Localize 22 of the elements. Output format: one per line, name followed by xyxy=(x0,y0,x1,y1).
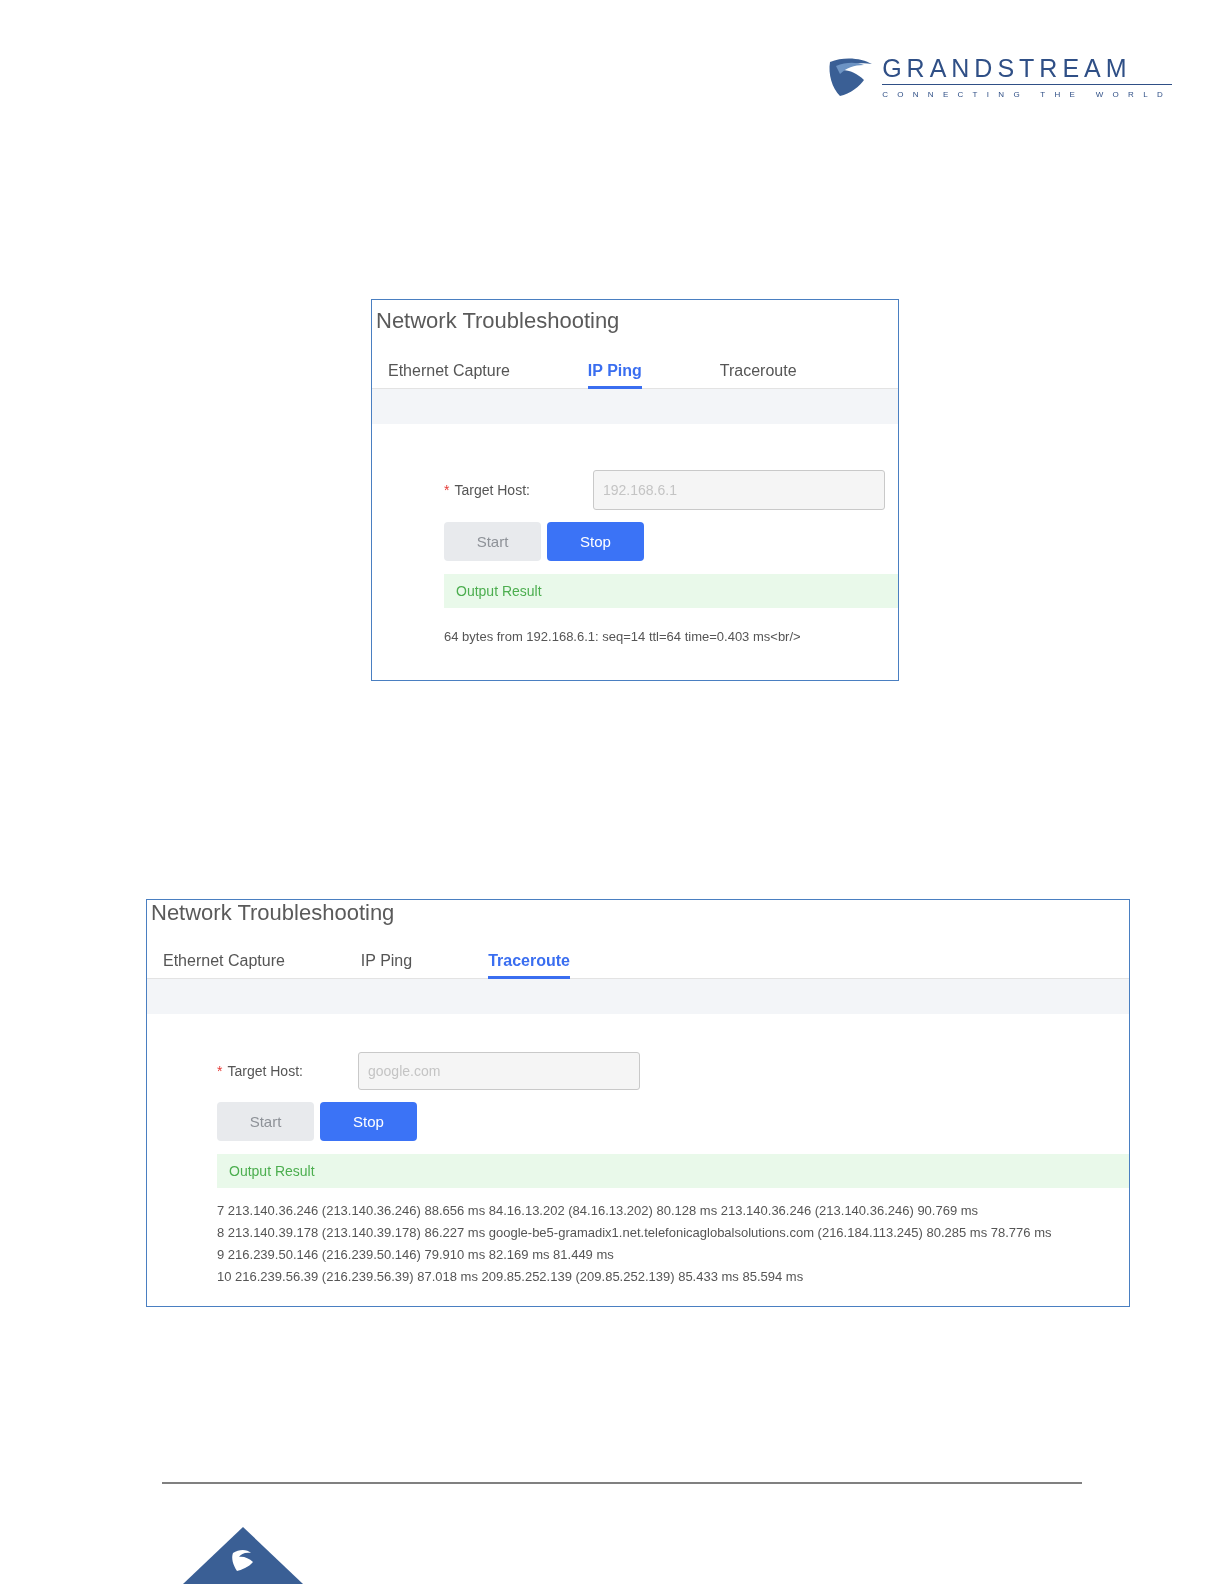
brand-name: GRANDSTREAM xyxy=(882,55,1172,85)
required-mark: * xyxy=(217,1063,223,1079)
output-line: 9 216.239.50.146 (216.239.50.146) 79.910 ms 82.169 ms 81.449 ms xyxy=(217,1246,615,1264)
brand-tagline: CONNECTING THE WORLD xyxy=(882,90,1172,99)
footer-logo-icon xyxy=(183,1527,303,1584)
required-mark: * xyxy=(444,482,450,498)
panel-title: Network Troubleshooting xyxy=(150,900,396,926)
stop-button[interactable]: Stop xyxy=(547,522,644,561)
tab[interactable]: Ethernet Capture xyxy=(388,352,510,389)
field-label: Target Host: xyxy=(454,482,530,498)
output-header: Output Result xyxy=(444,574,898,608)
panel-title: Network Troubleshooting xyxy=(375,307,621,334)
output-header: Output Result xyxy=(217,1154,1129,1188)
tab[interactable]: Ethernet Capture xyxy=(163,942,285,979)
stop-button[interactable]: Stop xyxy=(320,1102,417,1141)
output-line: 8 213.140.39.178 (213.140.39.178) 86.227 ms google-be5-gramadix1.net.telefonicaglobalsolutions.com (216.184.113.245) 80.285 ms 78.776 ms xyxy=(217,1224,1053,1242)
output-line: 64 bytes from 192.168.6.1: seq=14 ttl=64 time=0.403 ms<br/> xyxy=(444,628,802,646)
output-line: 7 213.140.36.246 (213.140.36.246) 88.656 ms 84.16.13.202 (84.16.13.202) 80.128 ms 213.140.36.246 (213.140.36.246) 90.769 ms xyxy=(217,1202,980,1220)
tab[interactable]: Traceroute xyxy=(719,352,797,389)
tab[interactable]: IP Ping xyxy=(360,942,413,979)
output-line: 10 216.239.56.39 (216.239.56.39) 87.018 ms 209.85.252.139 (209.85.252.139) 85.433 ms 85.594 ms xyxy=(217,1268,805,1286)
field-label: Target Host: xyxy=(227,1063,303,1079)
